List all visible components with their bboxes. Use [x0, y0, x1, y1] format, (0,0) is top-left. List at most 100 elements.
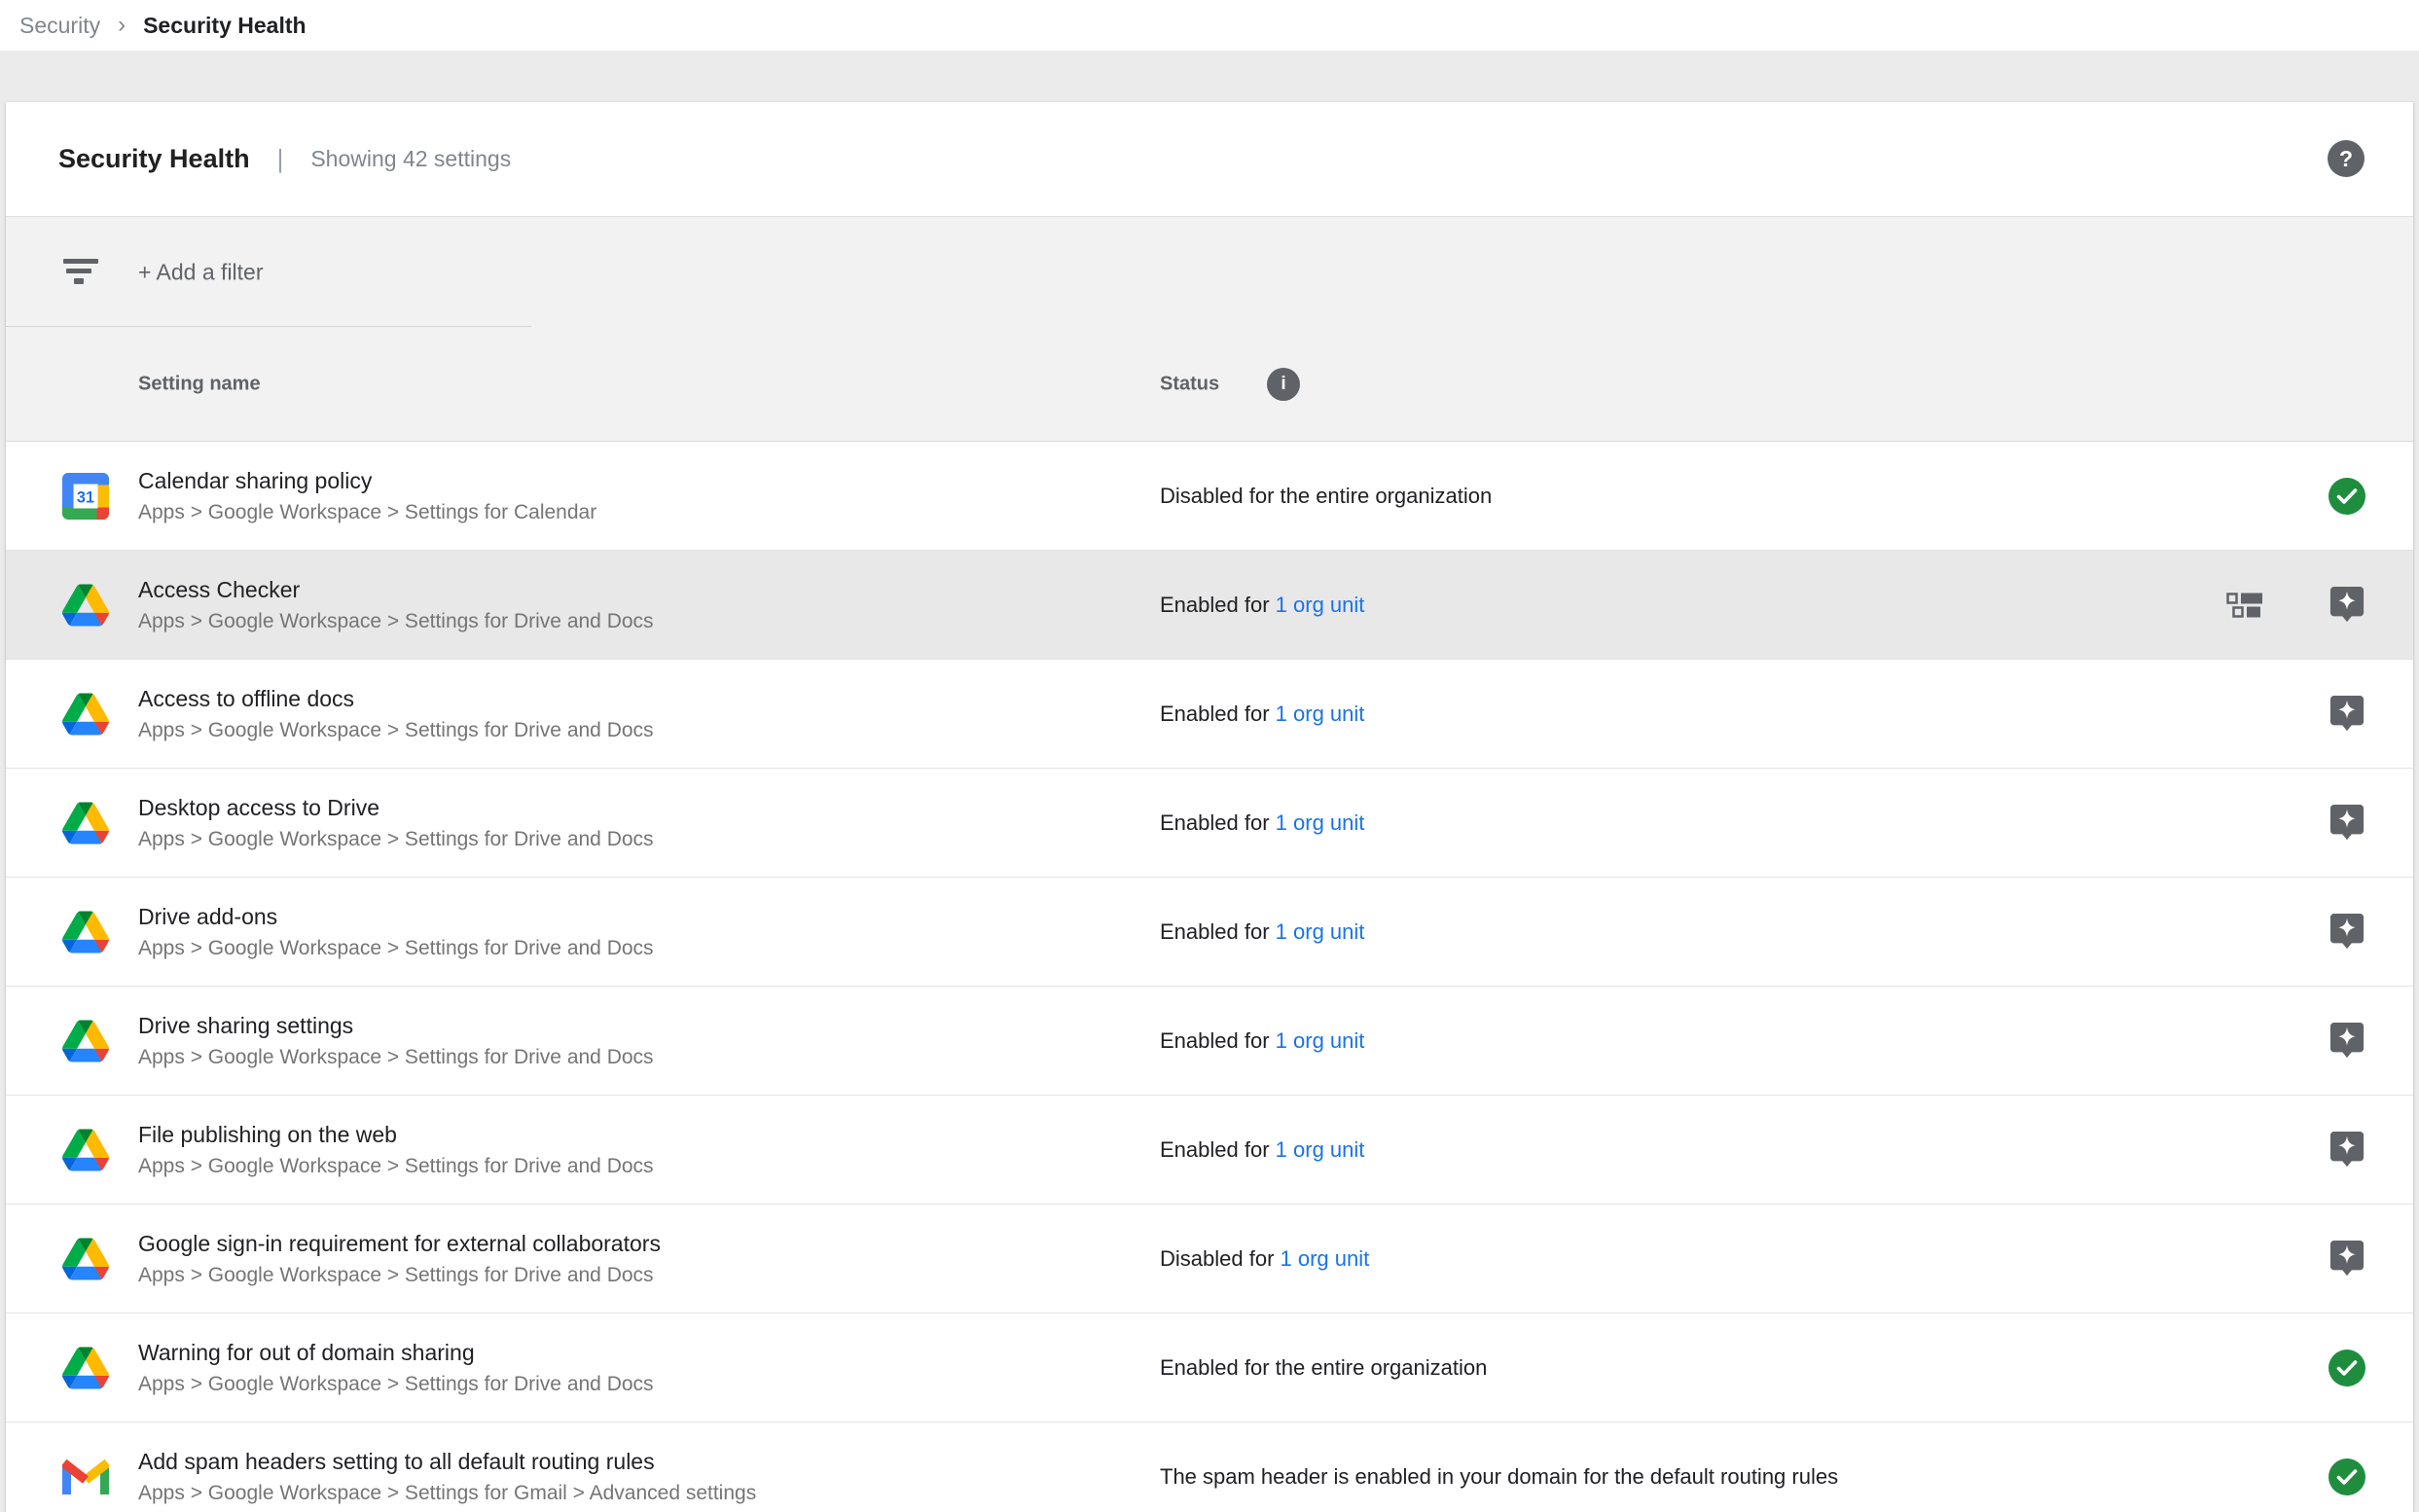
status-text: The spam header is enabled in your domai…: [1160, 1464, 1838, 1489]
table-row[interactable]: 31 Calendar sharing policy Apps > Google…: [6, 442, 2413, 551]
settings-count: Showing 42 settings: [310, 146, 511, 172]
recommendation-flag-icon[interactable]: [2328, 802, 2366, 845]
status-cell: Enabled for 1 org unit: [1160, 702, 1364, 727]
page-title: Security Health: [58, 144, 250, 174]
setting-cell: File publishing on the web Apps > Google…: [138, 1121, 654, 1179]
setting-title: Access to offline docs: [138, 685, 654, 713]
setting-title: File publishing on the web: [138, 1121, 654, 1149]
column-header-status: Status: [1160, 373, 1219, 395]
title-separator: |: [277, 144, 284, 174]
table-row[interactable]: Access to offline docs Apps > Google Wor…: [6, 660, 2413, 769]
status-text: Disabled for the entire organization: [1160, 484, 1492, 508]
filter-list-icon[interactable]: [62, 258, 99, 285]
setting-title: Add spam headers setting to all default …: [138, 1448, 756, 1476]
breadcrumb-current-page: Security Health: [143, 13, 306, 39]
svg-text:31: 31: [77, 488, 94, 506]
help-icon[interactable]: ?: [2328, 140, 2365, 177]
setting-cell: Google sign-in requirement for external …: [138, 1230, 661, 1288]
setting-path: Apps > Google Workspace > Settings for G…: [138, 1482, 756, 1505]
setting-path: Apps > Google Workspace > Settings for D…: [138, 1373, 654, 1396]
status-text: Enabled for: [1160, 919, 1270, 944]
recommendation-flag-icon[interactable]: [2328, 911, 2366, 954]
card-header: Security Health | Showing 42 settings ?: [6, 102, 2413, 217]
filter-bar: + Add a filter: [6, 217, 2413, 327]
settings-table-body: 31 Calendar sharing policy Apps > Google…: [6, 442, 2413, 1512]
table-row[interactable]: Access Checker Apps > Google Workspace >…: [6, 551, 2413, 660]
table-row[interactable]: Drive sharing settings Apps > Google Wor…: [6, 987, 2413, 1096]
setting-path: Apps > Google Workspace > Settings for C…: [138, 501, 596, 524]
table-row[interactable]: Warning for out of domain sharing Apps >…: [6, 1314, 2413, 1422]
recommendation-flag-icon[interactable]: [2328, 584, 2366, 627]
org-unit-link[interactable]: 1 org unit: [1276, 1137, 1365, 1162]
setting-path: Apps > Google Workspace > Settings for D…: [138, 719, 654, 742]
table-row[interactable]: Add spam headers setting to all default …: [6, 1422, 2413, 1512]
recommendation-flag-icon[interactable]: [2328, 693, 2366, 736]
google-drive-icon: [62, 1127, 109, 1173]
recommendation-flag-icon[interactable]: [2328, 1238, 2366, 1280]
status-cell: The spam header is enabled in your domai…: [1160, 1464, 1838, 1490]
add-filter-button[interactable]: + Add a filter: [138, 259, 264, 285]
setting-path: Apps > Google Workspace > Settings for D…: [138, 1155, 654, 1178]
status-text: Enabled for: [1160, 702, 1270, 726]
setting-path: Apps > Google Workspace > Settings for D…: [138, 1264, 661, 1287]
breadcrumb-security-link[interactable]: Security: [19, 13, 100, 39]
status-text: Enabled for: [1160, 593, 1270, 617]
setting-cell: Add spam headers setting to all default …: [138, 1448, 756, 1506]
status-cell: Enabled for 1 org unit: [1160, 810, 1364, 836]
setting-title: Access Checker: [138, 576, 654, 604]
setting-cell: Access to offline docs Apps > Google Wor…: [138, 685, 654, 743]
status-text: Disabled for: [1160, 1246, 1274, 1271]
google-drive-icon: [62, 691, 109, 738]
table-header: Setting name Status i: [6, 327, 2413, 442]
breadcrumb-chevron-icon: ›: [118, 12, 126, 39]
org-unit-assignment-icon: [2226, 593, 2263, 618]
table-row[interactable]: Drive add-ons Apps > Google Workspace > …: [6, 878, 2413, 987]
org-unit-link[interactable]: 1 org unit: [1276, 1028, 1365, 1053]
setting-cell: Drive add-ons Apps > Google Workspace > …: [138, 903, 654, 961]
org-unit-link[interactable]: 1 org unit: [1276, 593, 1365, 617]
recommendation-flag-icon[interactable]: [2328, 1129, 2366, 1171]
status-cell: Enabled for the entire organization: [1160, 1355, 1487, 1381]
table-row[interactable]: Google sign-in requirement for external …: [6, 1205, 2413, 1314]
setting-cell: Warning for out of domain sharing Apps >…: [138, 1339, 654, 1397]
status-cell: Enabled for 1 org unit: [1160, 1137, 1364, 1163]
status-ok-icon: [2328, 1347, 2366, 1389]
google-drive-icon: [62, 800, 109, 846]
setting-title: Desktop access to Drive: [138, 794, 654, 822]
org-unit-link[interactable]: 1 org unit: [1276, 702, 1365, 726]
security-health-card: Security Health | Showing 42 settings ? …: [6, 102, 2413, 1512]
column-header-setting-name: Setting name: [138, 373, 261, 395]
org-unit-link[interactable]: 1 org unit: [1281, 1246, 1370, 1271]
setting-path: Apps > Google Workspace > Settings for D…: [138, 610, 654, 633]
status-text: Enabled for the entire organization: [1160, 1355, 1487, 1380]
setting-path: Apps > Google Workspace > Settings for D…: [138, 1046, 654, 1069]
setting-cell: Calendar sharing policy Apps > Google Wo…: [138, 467, 596, 525]
org-unit-link[interactable]: 1 org unit: [1276, 919, 1365, 944]
status-text: Enabled for: [1160, 1028, 1270, 1053]
setting-title: Google sign-in requirement for external …: [138, 1230, 661, 1258]
setting-title: Warning for out of domain sharing: [138, 1339, 654, 1367]
table-row[interactable]: File publishing on the web Apps > Google…: [6, 1096, 2413, 1205]
recommendation-flag-icon[interactable]: [2328, 1020, 2366, 1062]
setting-cell: Desktop access to Drive Apps > Google Wo…: [138, 794, 654, 852]
google-calendar-icon: 31: [62, 473, 109, 520]
gmail-icon: [62, 1454, 109, 1500]
status-cell: Enabled for 1 org unit: [1160, 593, 1364, 618]
status-cell: Disabled for 1 org unit: [1160, 1246, 1369, 1272]
google-drive-icon: [62, 1345, 109, 1391]
setting-path: Apps > Google Workspace > Settings for D…: [138, 937, 654, 960]
status-text: Enabled for: [1160, 1137, 1270, 1162]
status-info-icon[interactable]: i: [1267, 368, 1300, 401]
breadcrumb: Security › Security Health: [0, 0, 2419, 51]
status-ok-icon: [2328, 1456, 2366, 1498]
table-row[interactable]: Desktop access to Drive Apps > Google Wo…: [6, 769, 2413, 878]
setting-path: Apps > Google Workspace > Settings for D…: [138, 828, 654, 851]
status-ok-icon: [2328, 475, 2366, 518]
setting-title: Drive add-ons: [138, 903, 654, 931]
status-cell: Enabled for 1 org unit: [1160, 1028, 1364, 1054]
status-cell: Disabled for the entire organization: [1160, 484, 1492, 509]
google-drive-icon: [62, 909, 109, 955]
setting-title: Calendar sharing policy: [138, 467, 596, 495]
org-unit-link[interactable]: 1 org unit: [1276, 810, 1365, 835]
google-drive-icon: [62, 1018, 109, 1064]
